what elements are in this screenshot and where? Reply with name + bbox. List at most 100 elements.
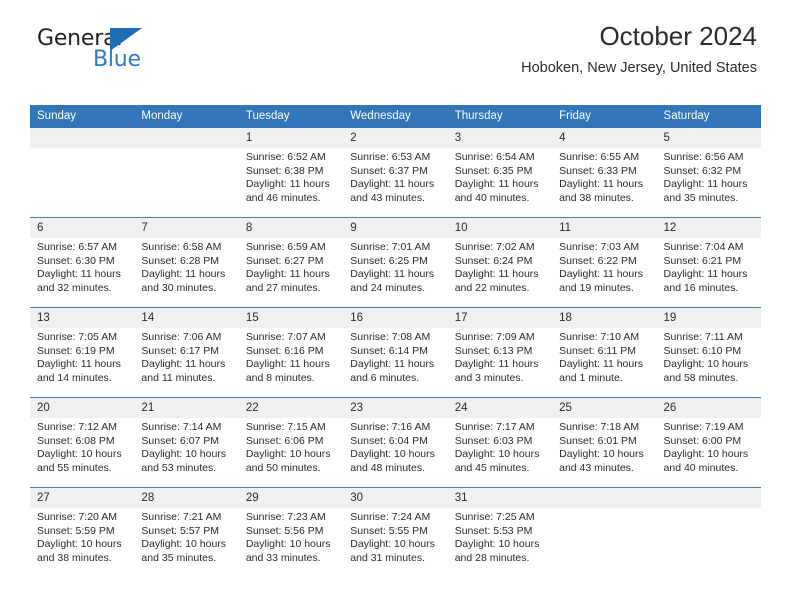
day-daylight-text: Daylight: 10 hours and 48 minutes. [350,448,435,474]
day-cell[interactable]: Sunrise: 7:16 AM Sunset: 6:04 PM Daylight:… [343,418,447,487]
day-cell[interactable]: Sunrise: 7:25 AM Sunset: 5:53 PM Daylight:… [448,508,552,577]
day-cell[interactable]: Sunrise: 7:21 AM Sunset: 5:57 PM Daylight:… [134,508,238,577]
day-number[interactable]: 2 [343,128,447,148]
day-number[interactable]: 28 [134,488,238,508]
day-cell[interactable]: Sunrise: 7:06 AM Sunset: 6:17 PM Daylight:… [134,328,238,397]
day-number[interactable]: 1 [239,128,343,148]
weekday-header-sunday: Sunday [37,110,77,122]
day-number[interactable]: 22 [239,398,343,418]
day-cell[interactable]: Sunrise: 7:05 AM Sunset: 6:19 PM Daylight:… [30,328,134,397]
day-cell[interactable]: Sunrise: 6:53 AM Sunset: 6:37 PM Daylight:… [343,148,447,217]
day-number[interactable]: 23 [343,398,447,418]
day-cell[interactable]: Sunrise: 7:01 AM Sunset: 6:25 PM Daylight:… [343,238,447,307]
day-sunrise-text: Sunrise: 7:07 AM [245,331,326,343]
day-number[interactable]: 29 [239,488,343,508]
day-cell[interactable]: Sunrise: 7:10 AM Sunset: 6:11 PM Daylight:… [552,328,656,397]
day-number[interactable]: 20 [30,398,134,418]
day-daylight-text: Daylight: 10 hours and 45 minutes. [454,448,540,474]
day-cell[interactable]: Sunrise: 7:02 AM Sunset: 6:24 PM Daylight:… [448,238,552,307]
day-cell[interactable]: Sunrise: 6:52 AM Sunset: 6:38 PM Daylight:… [239,148,343,217]
day-cell[interactable]: Sunrise: 7:18 AM Sunset: 6:01 PM Daylight:… [552,418,656,487]
day-cell[interactable]: Sunrise: 7:07 AM Sunset: 6:16 PM Daylight:… [239,328,343,397]
day-cell[interactable]: Sunrise: 7:23 AM Sunset: 5:56 PM Daylight:… [239,508,343,577]
day-cell[interactable]: Sunrise: 7:15 AM Sunset: 6:06 PM Daylight:… [239,418,343,487]
day-daylight-text: Daylight: 10 hours and 53 minutes. [141,448,227,474]
day-number[interactable]: 21 [134,398,238,418]
logo-text-blue: Blue [93,47,141,72]
day-cell[interactable]: Sunrise: 7:04 AM Sunset: 6:21 PM Daylight:… [657,238,761,307]
day-number[interactable]: 3 [448,128,552,148]
day-number[interactable]: 5 [657,128,761,148]
day-sunrise-text: Sunrise: 7:18 AM [559,421,640,433]
day-daylight-text: Daylight: 10 hours and 43 minutes. [559,448,644,474]
week-detail-band: Sunrise: 7:05 AM Sunset: 6:19 PM Daylight:… [30,328,761,397]
day-cell[interactable]: Sunrise: 6:57 AM Sunset: 6:30 PM Daylight:… [30,238,134,307]
day-number[interactable]: 15 [239,308,343,328]
day-sunset-text: Sunset: 6:11 PM [559,344,636,357]
day-number[interactable]: 4 [552,128,656,148]
day-cell[interactable]: Sunrise: 7:24 AM Sunset: 5:55 PM Daylight:… [343,508,447,577]
day-sunrise-text: Sunrise: 6:57 AM [37,241,117,253]
day-number[interactable]: 13 [30,308,134,328]
day-number[interactable]: 24 [448,398,552,418]
day-daylight-text: Daylight: 10 hours and 50 minutes. [245,448,331,474]
day-cell[interactable]: Sunrise: 7:12 AM Sunset: 6:08 PM Daylight:… [30,418,134,487]
week-detail-band: Sunrise: 6:57 AM Sunset: 6:30 PM Daylight:… [30,238,761,307]
day-sunrise-text: Sunrise: 6:55 AM [559,151,640,163]
day-sunrise-text: Sunrise: 6:59 AM [245,241,326,253]
day-cell[interactable]: Sunrise: 7:03 AM Sunset: 6:22 PM Daylight:… [552,238,656,307]
day-sunrise-text: Sunrise: 7:04 AM [663,241,744,253]
day-cell[interactable]: Sunrise: 7:08 AM Sunset: 6:14 PM Daylight:… [343,328,447,397]
day-number[interactable]: 11 [552,218,656,238]
day-number[interactable]: 9 [343,218,447,238]
day-number[interactable]: 18 [552,308,656,328]
day-sunset-text: Sunset: 6:16 PM [245,344,324,357]
day-daylight-text: Daylight: 11 hours and 35 minutes. [663,178,748,204]
day-cell[interactable]: Sunrise: 6:55 AM Sunset: 6:33 PM Daylight:… [552,148,656,217]
title-block: October 2024 Hoboken, New Jersey, United… [521,21,757,76]
day-number[interactable]: 31 [448,488,552,508]
day-number[interactable]: 25 [552,398,656,418]
day-number[interactable]: 17 [448,308,552,328]
day-number[interactable]: 26 [657,398,761,418]
day-cell[interactable]: Sunrise: 6:56 AM Sunset: 6:32 PM Daylight:… [657,148,761,217]
weekday-header-saturday: Saturday [663,110,710,122]
day-daylight-text: Daylight: 10 hours and 55 minutes. [37,448,122,474]
day-number[interactable]: 6 [30,218,134,238]
general-blue-logo[interactable]: General Blue [37,26,227,78]
day-daylight-text: Daylight: 10 hours and 38 minutes. [37,538,122,564]
day-number[interactable]: 19 [657,308,761,328]
day-cell[interactable]: Sunrise: 6:58 AM Sunset: 6:28 PM Daylight:… [134,238,238,307]
day-number[interactable]: 12 [657,218,761,238]
day-number[interactable]: 10 [448,218,552,238]
day-sunset-text: Sunset: 6:33 PM [559,164,637,177]
day-number[interactable]: 30 [343,488,447,508]
day-daylight-text: Daylight: 11 hours and 30 minutes. [141,268,226,294]
day-sunrise-text: Sunrise: 7:24 AM [350,511,431,523]
day-cell[interactable]: Sunrise: 7:17 AM Sunset: 6:03 PM Daylight:… [448,418,552,487]
day-cell[interactable]: Sunrise: 7:20 AM Sunset: 5:59 PM Daylight:… [30,508,134,577]
day-cell[interactable]: Sunrise: 6:54 AM Sunset: 6:35 PM Daylight:… [448,148,552,217]
day-cell[interactable]: Sunrise: 7:11 AM Sunset: 6:10 PM Daylight:… [657,328,761,397]
day-cell[interactable]: Sunrise: 7:14 AM Sunset: 6:07 PM Daylight:… [134,418,238,487]
day-daylight-text: Daylight: 11 hours and 46 minutes. [245,178,330,204]
day-cell[interactable]: Sunrise: 6:59 AM Sunset: 6:27 PM Daylight:… [239,238,343,307]
day-number[interactable]: 8 [239,218,343,238]
weekday-header-monday: Monday [141,110,183,122]
day-number[interactable]: 27 [30,488,134,508]
day-sunset-text: Sunset: 5:57 PM [141,524,220,537]
day-number[interactable]: 7 [134,218,238,238]
day-daylight-text: Daylight: 11 hours and 32 minutes. [37,268,121,294]
day-sunrise-text: Sunrise: 6:52 AM [245,151,326,163]
calendar-week-row: 27 28 29 30 31 Sunrise: 7:20 AM Sunset: 5:59 P… [30,487,761,577]
day-sunrise-text: Sunrise: 7:15 AM [245,421,326,433]
day-cell[interactable]: Sunrise: 7:09 AM Sunset: 6:13 PM Daylight:… [448,328,552,397]
day-number[interactable]: 14 [134,308,238,328]
day-daylight-text: Daylight: 11 hours and 3 minutes. [454,358,539,384]
day-sunset-text: Sunset: 6:07 PM [141,434,220,447]
weekday-header-row: Sunday Monday Tuesday Wednesday Thursday Frid… [30,105,761,128]
day-number[interactable]: 16 [343,308,447,328]
day-sunrise-text: Sunrise: 7:09 AM [454,331,535,343]
day-cell[interactable]: Sunrise: 7:19 AM Sunset: 6:00 PM Daylight:… [657,418,761,487]
page-subtitle: Hoboken, New Jersey, United States [521,59,757,76]
